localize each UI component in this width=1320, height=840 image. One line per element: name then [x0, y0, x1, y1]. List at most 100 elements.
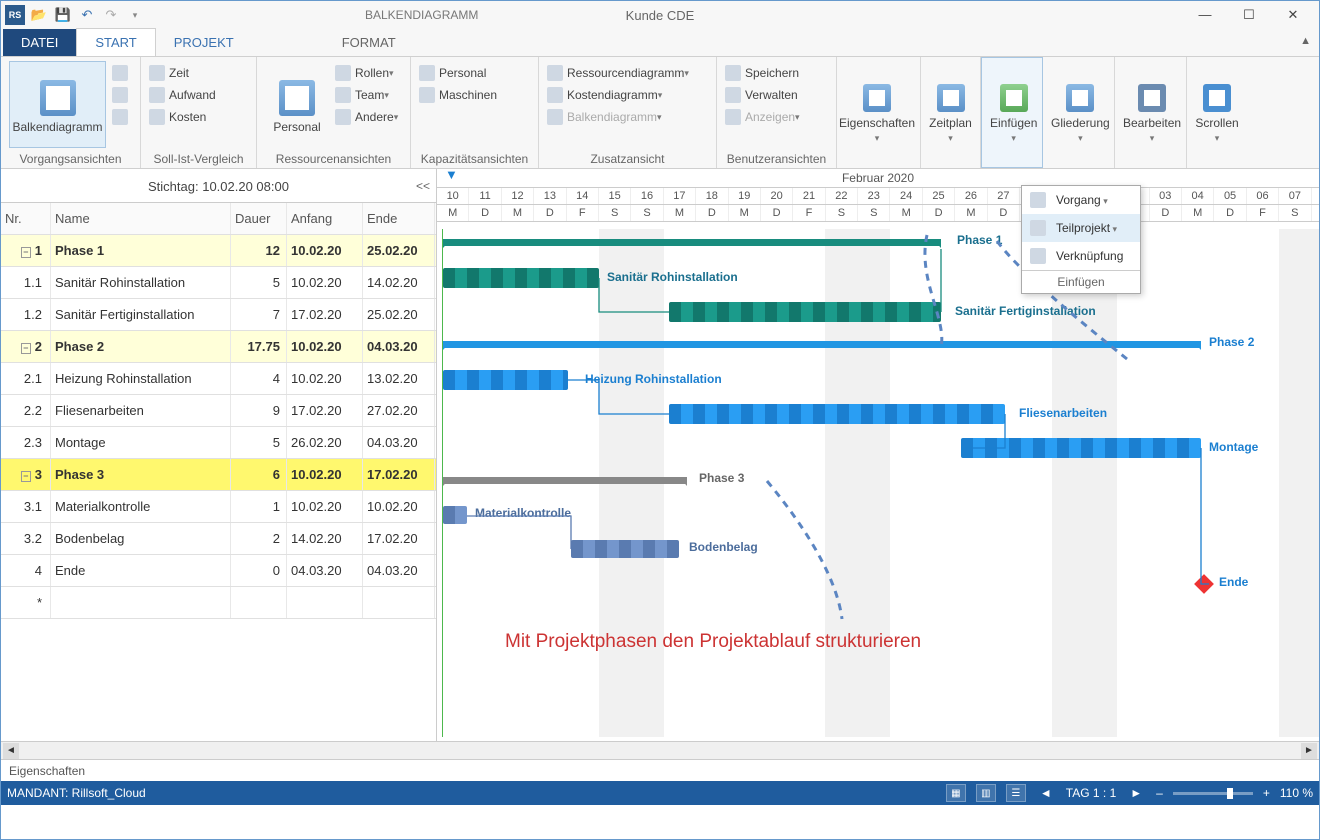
person-icon	[149, 87, 165, 103]
scroll-right-icon[interactable]: ►	[1301, 743, 1317, 759]
table-row[interactable]: *	[1, 587, 436, 619]
zoom-in-icon[interactable]: +	[1263, 786, 1270, 800]
bar-sanitaer-fertig[interactable]	[669, 302, 941, 322]
edit-icon	[1138, 84, 1166, 112]
balkendiagramm-button[interactable]: Balkendiagramm	[9, 61, 106, 148]
horizontal-scrollbar[interactable]: ◄ ►	[1, 741, 1319, 759]
group-label: Vorgangsansichten	[9, 152, 132, 166]
table-row[interactable]: 3.1Materialkontrolle110.02.2010.02.20	[1, 491, 436, 523]
save-icon[interactable]: 💾	[53, 5, 73, 25]
zoom-slider[interactable]	[1173, 792, 1253, 795]
bar-label: Phase 3	[699, 471, 744, 485]
insert-icon	[1000, 84, 1028, 112]
table-row[interactable]: 1.2Sanitär Fertiginstallation717.02.2025…	[1, 299, 436, 331]
table-row[interactable]: 4Ende004.03.2004.03.20	[1, 555, 436, 587]
status-view-icon[interactable]: ▦	[946, 784, 966, 802]
status-chart-icon[interactable]: ▥	[976, 784, 996, 802]
bar-label: Heizung Rohinstallation	[585, 372, 722, 386]
money-icon	[149, 109, 165, 125]
bar-fliesen[interactable]	[669, 404, 1005, 424]
tab-projekt[interactable]: PROJEKT	[156, 29, 252, 56]
table-row[interactable]: 3.2Bodenbelag214.02.2017.02.20	[1, 523, 436, 555]
link-icon	[1030, 248, 1046, 264]
minimize-button[interactable]: —	[1191, 7, 1219, 23]
group-label: Benutzeransichten	[725, 152, 828, 166]
close-button[interactable]: ✕	[1279, 7, 1307, 23]
table-row[interactable]: 2.3Montage526.02.2004.03.20	[1, 427, 436, 459]
ribbon: Balkendiagramm Vorgangsansichten Zeit Au…	[1, 57, 1319, 169]
gliederung-button[interactable]: Gliederung	[1051, 61, 1110, 162]
verwalten-button[interactable]: Verwalten	[725, 87, 800, 103]
open-icon[interactable]: 📂	[29, 5, 49, 25]
table-row[interactable]: 1.1Sanitär Rohinstallation510.02.2014.02…	[1, 267, 436, 299]
kosten-button[interactable]: Kosten	[149, 109, 216, 125]
table-row[interactable]: 2.1Heizung Rohinstallation410.02.2013.02…	[1, 363, 436, 395]
tab-format[interactable]: FORMAT	[324, 29, 414, 56]
bearbeiten-button[interactable]: Bearbeiten	[1123, 61, 1181, 162]
bar-montage[interactable]	[961, 438, 1201, 458]
ribbon-tab-row: DATEI START PROJEKT FORMAT ▲	[1, 29, 1319, 57]
rollen-button[interactable]: Rollen	[335, 65, 398, 81]
aufwand-button[interactable]: Aufwand	[149, 87, 216, 103]
view-small-icon[interactable]	[112, 109, 128, 125]
view-small-icon[interactable]	[112, 65, 128, 81]
einfuegen-button[interactable]: Einfügen	[990, 62, 1037, 161]
bar-label: Montage	[1209, 440, 1258, 454]
bar-label: Phase 1	[957, 233, 1002, 247]
collapse-left-button[interactable]: <<	[416, 179, 430, 193]
speichern-button[interactable]: Speichern	[725, 65, 800, 81]
properties-icon	[863, 84, 891, 112]
maschinen-button[interactable]: Maschinen	[419, 87, 497, 103]
zeitplan-button[interactable]: Zeitplan	[929, 61, 972, 162]
team-button[interactable]: Team	[335, 87, 398, 103]
bar-materialkontrolle[interactable]	[443, 506, 467, 524]
table-row[interactable]: −1Phase 11210.02.2025.02.20	[1, 235, 436, 267]
task-table[interactable]: Nr.NameDauerAnfangEnde −1Phase 11210.02.…	[1, 202, 436, 741]
gantt-pane[interactable]: ▼ Februar 2020 1011121314151617181920212…	[437, 169, 1319, 741]
qat-more-icon[interactable]: ▾	[125, 5, 145, 25]
maximize-button[interactable]: ☐	[1235, 7, 1263, 23]
bar-phase-3[interactable]	[443, 477, 687, 484]
undo-icon[interactable]: ↶	[77, 5, 97, 25]
ressourcendiagramm-button[interactable]: Ressourcendiagramm	[547, 65, 689, 81]
bar-heizung-roh[interactable]	[443, 370, 568, 390]
kap-personal-button[interactable]: Personal	[419, 65, 497, 81]
personal-button[interactable]: Personal	[265, 61, 329, 148]
tab-start[interactable]: START	[76, 28, 155, 56]
kostendiagramm-button[interactable]: Kostendiagramm	[547, 87, 689, 103]
menu-vorgang[interactable]: Vorgang	[1022, 186, 1140, 214]
milestone-ende[interactable]	[1197, 577, 1211, 591]
app-icon: RS	[5, 5, 25, 25]
people-icon	[419, 65, 435, 81]
andere-button[interactable]: Andere	[335, 109, 398, 125]
properties-panel-header[interactable]: Eigenschaften	[1, 759, 1319, 781]
ribbon-collapse-icon[interactable]: ▲	[1300, 35, 1311, 47]
cost-chart-icon	[547, 87, 563, 103]
scale-label: TAG 1 : 1	[1066, 786, 1116, 800]
table-row[interactable]: 2.2Fliesenarbeiten917.02.2027.02.20	[1, 395, 436, 427]
zeit-button[interactable]: Zeit	[149, 65, 216, 81]
eigenschaften-button[interactable]: Eigenschaften	[845, 61, 909, 162]
tab-datei[interactable]: DATEI	[3, 29, 76, 56]
table-row[interactable]: −3Phase 3610.02.2017.02.20	[1, 459, 436, 491]
redo-icon[interactable]: ↷	[101, 5, 121, 25]
bar-sanitaer-roh[interactable]	[443, 268, 599, 288]
bar-label: Ende	[1219, 575, 1248, 589]
bar-phase-1[interactable]	[443, 239, 941, 246]
timeline-header: ▼ Februar 2020 1011121314151617181920212…	[437, 169, 1319, 229]
bar-phase-2[interactable]	[443, 341, 1201, 348]
bar-bodenbelag[interactable]	[571, 540, 679, 558]
table-row[interactable]: −2Phase 217.7510.02.2004.03.20	[1, 331, 436, 363]
bar-label: Materialkontrolle	[475, 506, 571, 520]
menu-teilprojekt[interactable]: Teilprojekt	[1022, 214, 1140, 242]
quick-access: RS 📂 💾 ↶ ↷ ▾	[5, 5, 145, 25]
status-bars-icon[interactable]: ☰	[1006, 784, 1026, 802]
gantt-body[interactable]: Phase 1 Sanitär Rohinstallation Sanitär …	[437, 229, 1319, 737]
scrollen-button[interactable]: Scrollen	[1195, 61, 1239, 162]
window-buttons: — ☐ ✕	[1191, 7, 1315, 23]
view-small-icon[interactable]	[112, 87, 128, 103]
scroll-left-icon[interactable]: ◄	[3, 743, 19, 759]
zoom-out-icon[interactable]: –	[1156, 786, 1163, 800]
menu-verknuepfung[interactable]: Verknüpfung	[1022, 242, 1140, 270]
menu-footer: Einfügen	[1022, 270, 1140, 293]
